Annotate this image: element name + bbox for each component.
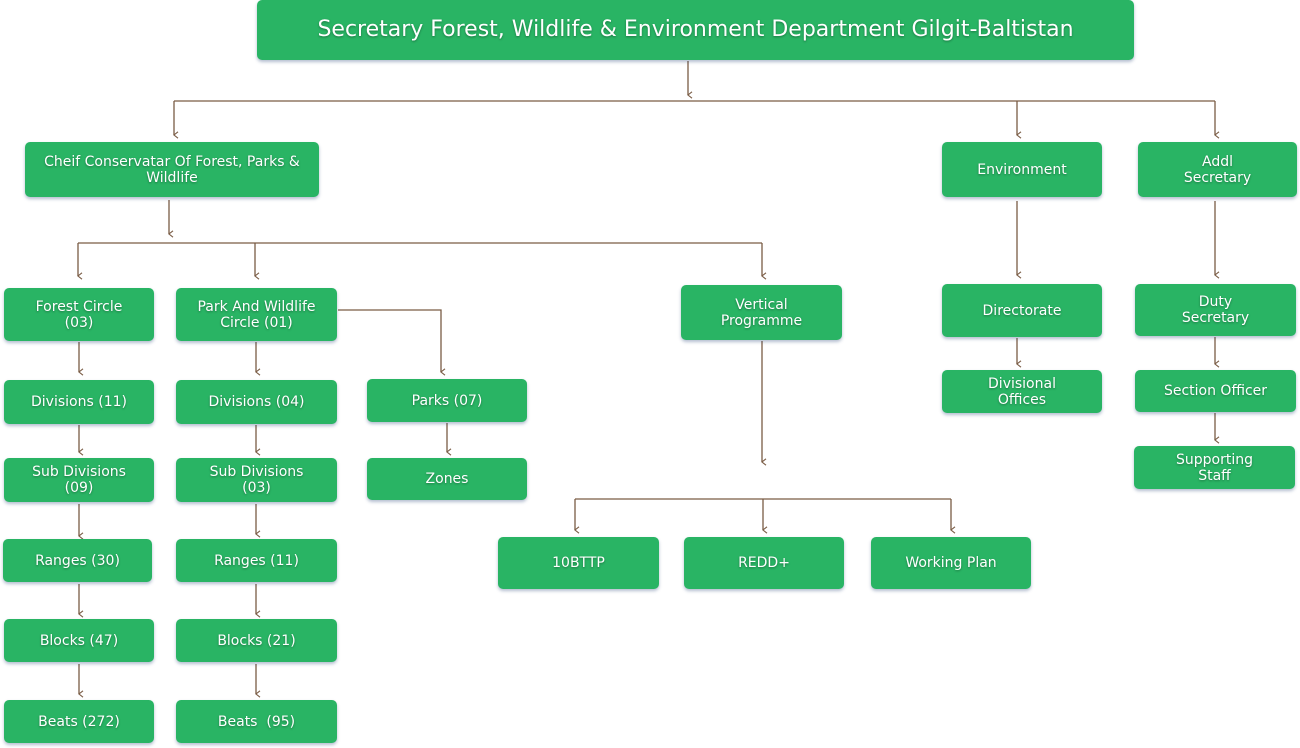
node-pw-blocks[interactable]: Blocks (21) bbox=[176, 619, 337, 662]
node-park-wildlife-circle[interactable]: Park And Wildlife Circle (01) bbox=[176, 288, 337, 341]
node-fc-beats[interactable]: Beats (272) bbox=[4, 700, 154, 743]
node-fc-blocks[interactable]: Blocks (47) bbox=[4, 619, 154, 662]
node-secretary[interactable]: Secretary Forest, Wildlife & Environment… bbox=[257, 0, 1134, 60]
node-pw-beats[interactable]: Beats (95) bbox=[176, 700, 337, 743]
node-working-plan[interactable]: Working Plan bbox=[871, 537, 1031, 589]
node-forest-circle[interactable]: Forest Circle (03) bbox=[4, 288, 154, 341]
node-pw-sub-divisions[interactable]: Sub Divisions (03) bbox=[176, 458, 337, 502]
node-parks[interactable]: Parks (07) bbox=[367, 379, 527, 422]
node-duty-secretary[interactable]: Duty Secretary bbox=[1135, 284, 1296, 336]
node-fc-divisions[interactable]: Divisions (11) bbox=[4, 380, 154, 424]
node-supporting-staff[interactable]: Supporting Staff bbox=[1134, 446, 1295, 489]
node-environment[interactable]: Environment bbox=[942, 142, 1102, 197]
node-section-officer[interactable]: Section Officer bbox=[1135, 370, 1296, 412]
node-divisional-offices[interactable]: Divisional Offices bbox=[942, 370, 1102, 413]
node-fc-ranges[interactable]: Ranges (30) bbox=[3, 539, 152, 582]
node-addl-secretary[interactable]: Addl Secretary bbox=[1138, 142, 1297, 197]
node-fc-sub-divisions[interactable]: Sub Divisions (09) bbox=[4, 458, 154, 502]
node-pw-ranges[interactable]: Ranges (11) bbox=[176, 539, 337, 582]
arrow-to-parks bbox=[338, 309, 441, 372]
node-redd[interactable]: REDD+ bbox=[684, 537, 844, 589]
node-pw-divisions[interactable]: Divisions (04) bbox=[176, 380, 337, 424]
node-chief-conservator[interactable]: Cheif Conservatar Of Forest, Parks & Wil… bbox=[25, 142, 319, 197]
node-10bttp[interactable]: 10BTTP bbox=[498, 537, 659, 589]
node-directorate[interactable]: Directorate bbox=[942, 284, 1102, 337]
node-zones[interactable]: Zones bbox=[367, 458, 527, 500]
node-vertical-programme[interactable]: Vertical Programme bbox=[681, 285, 842, 340]
